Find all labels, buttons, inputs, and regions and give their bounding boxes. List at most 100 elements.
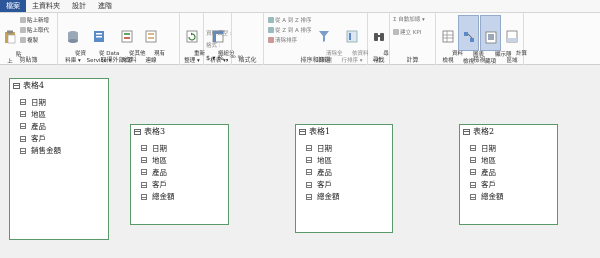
- column-icon: [470, 193, 476, 200]
- field-row[interactable]: 總金額: [296, 191, 392, 203]
- column-icon: [141, 145, 147, 152]
- column-icon: [306, 169, 312, 176]
- column-icon: [306, 145, 312, 152]
- column-icon: [470, 145, 476, 152]
- sort-a-to-z-button[interactable]: 從 A 到 Z 排序: [268, 17, 312, 25]
- tab-advanced[interactable]: 進階: [92, 0, 118, 12]
- diagram-view-button[interactable]: 圖表 檢視: [458, 15, 484, 65]
- paste-replace-label: 貼上取代: [27, 28, 50, 34]
- column-icon: [470, 169, 476, 176]
- field-row[interactable]: 日期: [10, 96, 108, 108]
- sort-asc-icon: [268, 17, 274, 23]
- field-row[interactable]: 地區: [460, 154, 557, 166]
- table-card-2[interactable]: 表格2 日期 地區 產品客戶總金額: [459, 124, 558, 225]
- group-view: 資料 檢視 圖表 檢視 顯示隱 藏項 計算 區域 檢視: [436, 13, 527, 65]
- field-row[interactable]: 日期: [296, 142, 392, 154]
- data-service-icon: [94, 31, 104, 42]
- show-hidden-icon: [485, 31, 496, 44]
- calculations-group-label: 計算: [406, 57, 419, 64]
- field-name: 總金額: [152, 192, 175, 202]
- show-hidden-button[interactable]: 顯示隱 藏項: [480, 15, 512, 65]
- clear-sort-button[interactable]: 清除排序: [268, 37, 297, 45]
- table-header[interactable]: 表格2: [460, 125, 557, 138]
- autosum-button[interactable]: Σ 自動加總 ▾: [393, 17, 425, 24]
- column-icon: [20, 99, 26, 106]
- paste-append-button[interactable]: 貼上新增: [20, 17, 49, 25]
- table-icon: [463, 128, 470, 135]
- binoculars-icon: [374, 33, 384, 41]
- group-refresh: 重新 整理 ▾: [180, 13, 205, 65]
- field-row[interactable]: 客戶: [460, 179, 557, 191]
- table-header[interactable]: 表格4: [10, 79, 108, 92]
- column-icon: [141, 157, 147, 164]
- field-row[interactable]: 日期: [131, 142, 228, 154]
- column-icon: [306, 181, 312, 188]
- table-card-3[interactable]: 表格3 日期 地區 產品客戶 總金額: [130, 124, 229, 225]
- field-row[interactable]: 總金額: [460, 191, 557, 203]
- paste-append-label: 貼上新增: [27, 18, 50, 24]
- field-row[interactable]: 地區: [10, 108, 108, 120]
- field-name: 日期: [481, 143, 496, 153]
- ribbon: 貼 上 貼上新增 貼上取代 複製 剪貼簿 從資 料庫 ▾ 從 Data Serv…: [0, 13, 600, 65]
- group-clipboard: 貼 上 貼上新增 貼上取代 複製 剪貼簿: [0, 13, 58, 65]
- table-name: 表格2: [473, 127, 495, 136]
- field-row[interactable]: 客戶: [296, 179, 392, 191]
- column-icon: [20, 147, 26, 154]
- sort-z-to-a-button[interactable]: 從 Z 到 A 排序: [268, 27, 312, 35]
- sort-by-column-icon: [346, 30, 358, 43]
- field-row[interactable]: 地區: [131, 154, 228, 166]
- number-format-buttons[interactable]: $ ▾ % ❟ ⁰⁰ ⁰⁰: [206, 55, 243, 62]
- field-name: 產品: [152, 167, 167, 177]
- clipboard-group-label: 剪貼簿: [19, 57, 38, 64]
- field-name: 客戶: [481, 180, 496, 190]
- tab-design[interactable]: 設計: [66, 0, 92, 12]
- diagram-canvas[interactable]: 表格4 日期 地區 產品 客戶 銷售金額 表格3 日期 地區 產品 客戶 總金額 表格1 日期 地區 產品…: [0, 66, 600, 258]
- refresh-icon: [186, 30, 198, 43]
- field-row[interactable]: 地區: [296, 154, 392, 166]
- table-icon: [13, 82, 20, 89]
- table-header[interactable]: 表格1: [296, 125, 392, 138]
- copy-button[interactable]: 複製: [20, 37, 38, 45]
- table-card-4[interactable]: 表格4 日期 地區 產品 客戶 銷售金額: [9, 78, 109, 240]
- paste-button[interactable]: 貼 上: [2, 16, 22, 73]
- field-name: 產品: [317, 167, 332, 177]
- field-name: 銷售金額: [31, 146, 61, 156]
- field-name: 地區: [317, 155, 332, 165]
- paste-replace-button[interactable]: 貼上取代: [20, 27, 49, 35]
- table-header[interactable]: 表格3: [131, 125, 228, 138]
- find-group-label: 尋找: [372, 57, 385, 64]
- column-icon: [306, 157, 312, 164]
- create-kpi-label: 建立 KPI: [400, 30, 422, 36]
- data-type-dropdown[interactable]: 資料類型 :: [206, 31, 232, 38]
- copy-label: 複製: [27, 38, 39, 44]
- field-row[interactable]: 總金額: [131, 191, 228, 203]
- sort-filter-group-label: 排序和篩選: [300, 57, 331, 64]
- field-row[interactable]: 日期: [460, 142, 557, 154]
- column-icon: [20, 111, 26, 118]
- refresh-button[interactable]: 重新 整理 ▾: [180, 16, 205, 72]
- tab-home[interactable]: 主資料夾: [26, 0, 66, 12]
- create-kpi-button[interactable]: 建立 KPI: [393, 29, 421, 37]
- field-name: 日期: [317, 143, 332, 153]
- field-row[interactable]: 產品: [10, 120, 108, 132]
- table-card-1[interactable]: 表格1 日期地區產品客戶 總金額: [295, 124, 393, 233]
- field-name: 總金額: [481, 192, 504, 202]
- database-icon: [68, 31, 78, 43]
- column-icon: [306, 193, 312, 200]
- paste-icon: [5, 30, 16, 44]
- field-row[interactable]: 客戶: [131, 179, 228, 191]
- format-dropdown[interactable]: 格式 :: [206, 43, 221, 50]
- field-row[interactable]: 產品: [460, 166, 557, 178]
- tab-file[interactable]: 檔案: [0, 0, 26, 12]
- group-external-data: 從資 料庫 ▾ 從 Data Service ▾ 從其他 來源 現有 連線 取得…: [58, 13, 180, 65]
- field-list: 日期 地區 產品客戶總金額: [460, 138, 557, 203]
- field-row[interactable]: 產品: [131, 166, 228, 178]
- field-row[interactable]: 銷售金額: [10, 145, 108, 157]
- field-row[interactable]: 客戶: [10, 133, 108, 145]
- paste-replace-icon: [20, 27, 26, 33]
- field-row[interactable]: 產品: [296, 166, 392, 178]
- group-calculations: Σ 自動加總 ▾ 建立 KPI 計算: [390, 13, 436, 65]
- field-name: 地區: [31, 109, 46, 119]
- sort-z-to-a-label: 從 Z 到 A 排序: [275, 28, 312, 34]
- group-sort-filter: 從 A 到 Z 排序 從 Z 到 A 排序 清除排序 清除全 部篩選 依資料 行…: [264, 13, 369, 65]
